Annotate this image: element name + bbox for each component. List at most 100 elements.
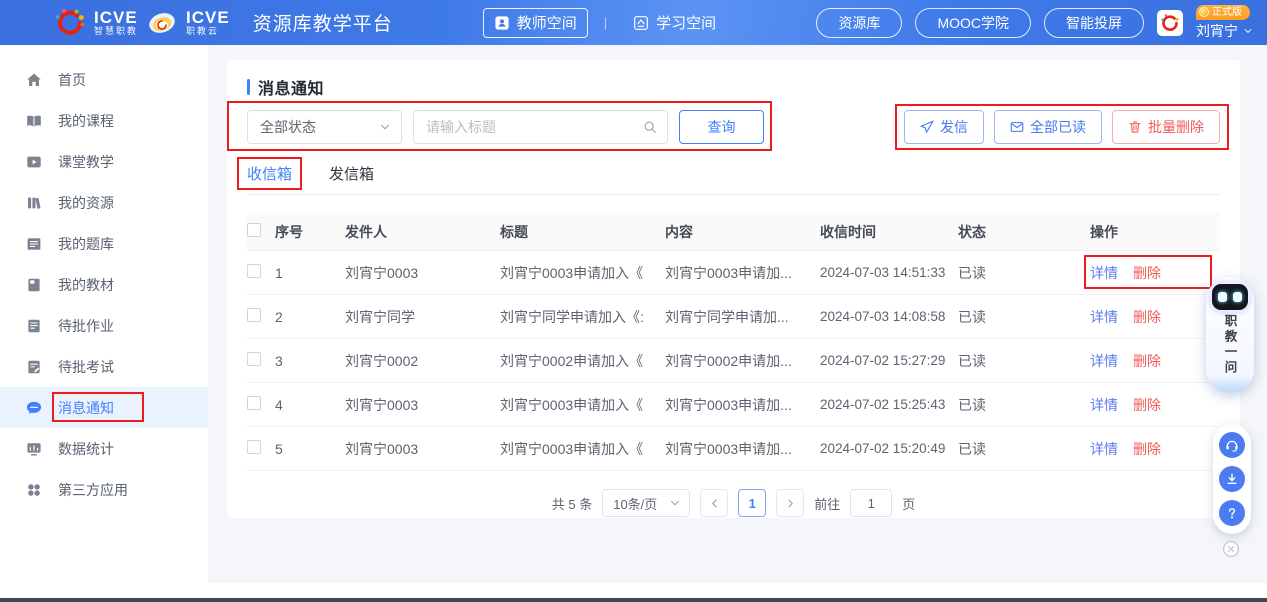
cell-no: 3 bbox=[275, 353, 345, 369]
tab-inbox[interactable]: 收信箱 bbox=[247, 164, 292, 194]
close-float-icon[interactable] bbox=[1222, 540, 1240, 558]
row-checkbox[interactable] bbox=[247, 308, 261, 322]
assistant-widget[interactable]: 职教一问 bbox=[1206, 277, 1254, 393]
homework-icon bbox=[26, 318, 42, 334]
cell-no: 1 bbox=[275, 265, 345, 281]
teacher-space-icon bbox=[494, 15, 510, 31]
icve-app-icon[interactable] bbox=[1157, 10, 1183, 36]
brand-secondary: ICVE 职教云 bbox=[186, 9, 230, 37]
cell-status: 已读 bbox=[958, 351, 1090, 371]
sidebar-item-label: 待批作业 bbox=[58, 316, 114, 336]
detail-link[interactable]: 详情 bbox=[1090, 307, 1118, 327]
cell-no: 5 bbox=[275, 441, 345, 457]
delete-link[interactable]: 删除 bbox=[1133, 307, 1161, 327]
query-button[interactable]: 查询 bbox=[679, 110, 764, 144]
row-checkbox[interactable] bbox=[247, 264, 261, 278]
sidebar-item-my-courses[interactable]: 我的课程 bbox=[0, 100, 208, 141]
detail-link[interactable]: 详情 bbox=[1090, 351, 1118, 371]
next-page-button[interactable] bbox=[776, 489, 804, 517]
download-icon[interactable] bbox=[1219, 466, 1245, 492]
row-checkbox-cell bbox=[247, 264, 275, 281]
version-badge: 正式版 bbox=[1196, 5, 1250, 20]
status-select[interactable]: 全部状态 bbox=[247, 110, 402, 144]
title-search-input[interactable] bbox=[426, 119, 643, 135]
header-checkbox-cell bbox=[247, 223, 275, 240]
resources-icon bbox=[26, 195, 42, 211]
table-header: 序号发件人标题内容收信时间状态操作 bbox=[247, 213, 1220, 251]
goto-page-input[interactable] bbox=[850, 489, 892, 517]
pill-mooc-college[interactable]: MOOC学院 bbox=[915, 8, 1031, 38]
sidebar-item-my-textbooks[interactable]: 我的教材 bbox=[0, 264, 208, 305]
cell-title: 刘宵宁0003申请加入《 bbox=[500, 263, 665, 283]
sidebar-item-classroom-teaching[interactable]: 课堂教学 bbox=[0, 141, 208, 182]
version-badge-label: 正式版 bbox=[1212, 6, 1242, 19]
batch-delete-button[interactable]: 批量删除 bbox=[1112, 110, 1220, 144]
title-search-box bbox=[413, 110, 668, 144]
row-checkbox[interactable] bbox=[247, 352, 261, 366]
cell-time: 2024-07-03 14:08:58 bbox=[820, 309, 958, 324]
cell-sender: 刘宵宁0003 bbox=[345, 439, 500, 459]
user-menu[interactable]: 正式版 刘宵宁 bbox=[1196, 5, 1253, 41]
question-icon[interactable] bbox=[1219, 500, 1245, 526]
filter-row: 全部状态 查询 发信 全部已读 批量删除 bbox=[247, 110, 1220, 144]
cell-content: 刘宵宁同学申请加... bbox=[665, 307, 820, 327]
cell-content: 刘宵宁0003申请加... bbox=[665, 439, 820, 459]
sidebar-item-my-question-bank[interactable]: 我的题库 bbox=[0, 223, 208, 264]
sidebar-item-home[interactable]: 首页 bbox=[0, 59, 208, 100]
sidebar-item-pending-exams[interactable]: 待批考试 bbox=[0, 346, 208, 387]
send-icon bbox=[920, 120, 934, 134]
mark-all-read-button[interactable]: 全部已读 bbox=[994, 110, 1102, 144]
row-checkbox-cell bbox=[247, 396, 275, 413]
cell-status: 已读 bbox=[958, 263, 1090, 283]
search-icon bbox=[643, 120, 657, 134]
detail-link[interactable]: 详情 bbox=[1090, 395, 1118, 415]
page-size-value: 10条/页 bbox=[613, 494, 657, 513]
mark-all-read-label: 全部已读 bbox=[1030, 117, 1086, 137]
delete-link[interactable]: 删除 bbox=[1133, 395, 1161, 415]
page-title: 消息通知 bbox=[258, 75, 324, 99]
send-message-button[interactable]: 发信 bbox=[904, 110, 984, 144]
detail-link[interactable]: 详情 bbox=[1090, 439, 1118, 459]
sidebar: 首页我的课程课堂教学我的资源我的题库我的教材待批作业待批考试消息通知数据统计第三… bbox=[0, 45, 208, 598]
top-header: ICVE 智慧职教 ICVE 职教云 资源库教学平台 教师空间 | 学习空间 资… bbox=[0, 0, 1267, 45]
robot-icon bbox=[1212, 284, 1248, 310]
footer-bar bbox=[0, 598, 1267, 602]
prev-page-button[interactable] bbox=[700, 489, 728, 517]
icve-cloud-logo-icon bbox=[147, 8, 177, 38]
cell-time: 2024-07-02 15:27:29 bbox=[820, 353, 958, 368]
sidebar-list: 首页我的课程课堂教学我的资源我的题库我的教材待批作业待批考试消息通知数据统计第三… bbox=[0, 59, 208, 510]
page-button-1[interactable]: 1 bbox=[738, 489, 766, 517]
cell-content: 刘宵宁0003申请加... bbox=[665, 263, 820, 283]
trash-icon bbox=[1128, 120, 1142, 134]
sidebar-item-my-resources[interactable]: 我的资源 bbox=[0, 182, 208, 223]
sidebar-item-third-party-apps[interactable]: 第三方应用 bbox=[0, 469, 208, 510]
sidebar-item-label: 我的教材 bbox=[58, 275, 114, 295]
pill-smart-casting[interactable]: 智能投屏 bbox=[1044, 8, 1144, 38]
delete-link[interactable]: 删除 bbox=[1133, 263, 1161, 283]
sidebar-item-pending-homework[interactable]: 待批作业 bbox=[0, 305, 208, 346]
row-checkbox[interactable] bbox=[247, 396, 261, 410]
select-all-checkbox[interactable] bbox=[247, 223, 261, 237]
headset-icon[interactable] bbox=[1219, 432, 1245, 458]
nav-teacher-space[interactable]: 教师空间 bbox=[483, 8, 588, 38]
table-row: 1刘宵宁0003刘宵宁0003申请加入《刘宵宁0003申请加...2024-07… bbox=[247, 251, 1220, 295]
detail-link[interactable]: 详情 bbox=[1090, 263, 1118, 283]
tab-outbox[interactable]: 发信箱 bbox=[329, 164, 374, 194]
brand-area: ICVE 智慧职教 ICVE 职教云 资源库教学平台 bbox=[55, 8, 393, 38]
pagination: 共 5 条 10条/页 1 前往 页 bbox=[247, 489, 1220, 517]
delete-link[interactable]: 删除 bbox=[1133, 439, 1161, 459]
wave-decoration bbox=[1206, 378, 1254, 393]
page-size-select[interactable]: 10条/页 bbox=[602, 489, 690, 517]
sidebar-item-message-notice[interactable]: 消息通知 bbox=[0, 387, 208, 428]
table-row: 5刘宵宁0003刘宵宁0003申请加入《刘宵宁0003申请加...2024-07… bbox=[247, 427, 1220, 471]
robot-eye-right bbox=[1233, 292, 1242, 302]
delete-link[interactable]: 删除 bbox=[1133, 351, 1161, 371]
nav-learning-space[interactable]: 学习空间 bbox=[623, 8, 726, 38]
cell-operations: 详情删除 bbox=[1090, 395, 1220, 415]
cell-title: 刘宵宁同学申请加入《: bbox=[500, 307, 665, 327]
brand-primary: ICVE 智慧职教 bbox=[94, 9, 138, 37]
pill-resource-library[interactable]: 资源库 bbox=[816, 8, 902, 38]
sidebar-item-data-statistics[interactable]: 数据统计 bbox=[0, 428, 208, 469]
row-checkbox[interactable] bbox=[247, 440, 261, 454]
nav-teacher-space-label: 教师空间 bbox=[517, 12, 577, 33]
